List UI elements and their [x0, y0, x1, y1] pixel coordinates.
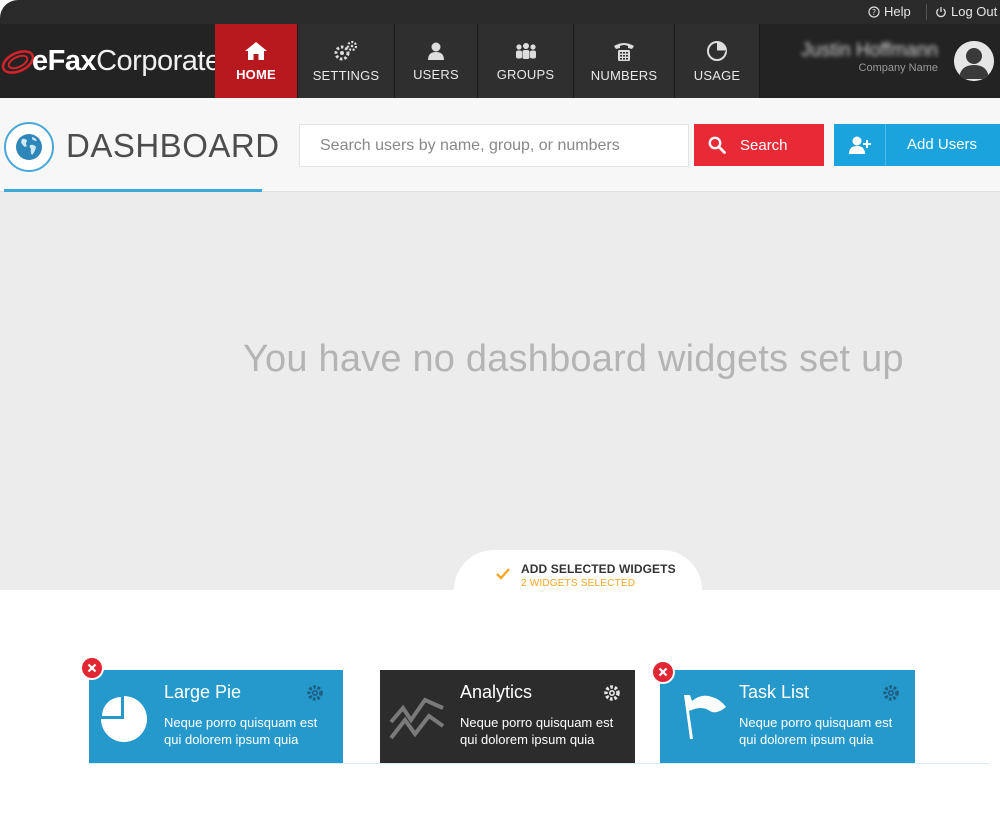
- widget-title: Large Pie: [164, 682, 242, 702]
- power-icon: [936, 6, 946, 17]
- user-menu[interactable]: Justin Hoffmann Company Name: [760, 24, 1000, 98]
- close-icon: [658, 667, 668, 677]
- globe-icon: [4, 122, 54, 172]
- svg-text:?: ?: [872, 8, 876, 17]
- nav-settings-label: SETTINGS: [312, 67, 380, 83]
- close-icon: [87, 663, 97, 673]
- search-button[interactable]: Search: [694, 124, 824, 166]
- home-icon: [245, 41, 267, 60]
- remove-widget-button[interactable]: [651, 660, 675, 684]
- widget-description: Neque porro quisquam est qui dolorem ipsu…: [460, 715, 614, 747]
- add-widgets-label: ADD SELECTED WIDGETS: [521, 562, 676, 576]
- topbar-divider: [926, 4, 927, 20]
- dashboard-canvas: [0, 192, 1000, 590]
- user-icon: [428, 42, 444, 60]
- checkmark-icon: [496, 568, 510, 580]
- nav-groups-label: GROUPS: [496, 66, 555, 82]
- widget-card-analytics[interactable]: Analytics Neque porro quisquam est qui do…: [380, 670, 635, 764]
- user-name: Justin Hoffmann: [801, 40, 938, 61]
- widget-description: Neque porro quisquam est qui dolorem ipsu…: [739, 715, 893, 747]
- search-input[interactable]: [299, 124, 689, 167]
- nav-home[interactable]: HOME: [215, 24, 298, 98]
- phone-icon: [614, 42, 634, 61]
- widget-tray-divider: [89, 763, 989, 764]
- help-icon: ?: [868, 5, 880, 18]
- widgets-selected-count: 2 WIDGETS SELECTED: [521, 578, 636, 589]
- remove-widget-button[interactable]: [80, 656, 104, 680]
- search-icon: [708, 136, 726, 154]
- nav-usage-label: USAGE: [693, 67, 741, 83]
- widget-title: Task List: [739, 682, 810, 702]
- gears-icon: [334, 40, 358, 60]
- efax-logo[interactable]: eFaxCorporate®: [0, 24, 227, 98]
- widget-description: Neque porro quisquam est qui dolorem ipsu…: [164, 715, 318, 747]
- gear-icon[interactable]: [306, 684, 324, 702]
- flag-icon: [684, 695, 726, 739]
- nav-settings[interactable]: SETTINGS: [298, 24, 395, 98]
- nav-users[interactable]: USERS: [395, 24, 478, 98]
- nav-groups[interactable]: GROUPS: [478, 24, 574, 98]
- empty-state-message: You have no dashboard widgets set up: [243, 338, 904, 380]
- logout-link[interactable]: Log Out: [935, 4, 997, 19]
- add-user-icon: [834, 124, 886, 166]
- nav-usage[interactable]: USAGE: [675, 24, 760, 98]
- nav-users-label: USERS: [413, 66, 459, 82]
- group-icon: [515, 42, 536, 59]
- nav-numbers-label: NUMBERS: [590, 67, 658, 83]
- avatar-icon[interactable]: [954, 41, 994, 81]
- widget-card-large-pie[interactable]: Large Pie Neque porro quisquam est qui do…: [89, 670, 343, 764]
- help-label: Help: [884, 4, 911, 19]
- help-link[interactable]: ? Help: [868, 4, 911, 19]
- widget-title: Analytics: [460, 682, 533, 702]
- pie-icon: [101, 696, 147, 742]
- analytics-icon: [389, 697, 445, 740]
- add-selected-widgets-tab[interactable]: ADD SELECTED WIDGETS 2 WIDGETS SELECTED: [454, 550, 702, 592]
- app-frame: ? Help Log Out eFaxCorporate® HOME: [0, 0, 1000, 840]
- page-title: DASHBOARD: [66, 127, 280, 164]
- logout-label: Log Out: [951, 4, 998, 19]
- gear-icon[interactable]: [882, 684, 900, 702]
- add-users-button[interactable]: Add Users: [834, 124, 1000, 166]
- widget-card-task-list[interactable]: Task List Neque porro quisquam est qui do…: [660, 670, 915, 764]
- company-name: Company Name: [858, 62, 938, 74]
- top-bar: ? Help Log Out: [0, 0, 1000, 24]
- pie-chart-icon: [707, 40, 727, 61]
- add-users-label: Add Users: [907, 136, 978, 153]
- nav-numbers[interactable]: NUMBERS: [574, 24, 675, 98]
- main-nav: eFaxCorporate® HOME SETTINGS USERS: [0, 24, 1000, 98]
- gear-icon[interactable]: [603, 684, 621, 702]
- search-button-label: Search: [740, 136, 788, 154]
- nav-home-label: HOME: [236, 66, 276, 82]
- brand-name: eFaxCorporate®: [32, 45, 227, 77]
